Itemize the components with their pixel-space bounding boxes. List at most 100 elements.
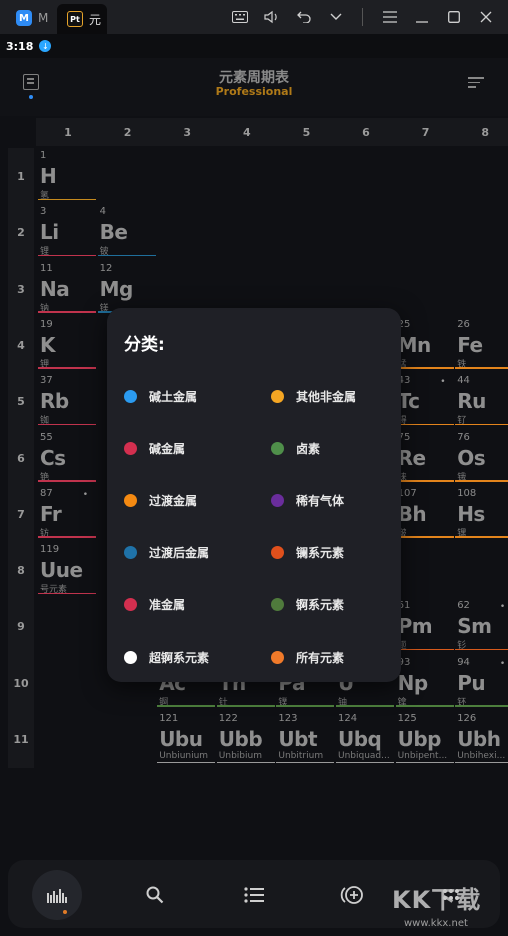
element-tile[interactable]: 44 Ru 钌 — [455, 375, 508, 429]
element-tile[interactable]: 43 Tc 锝 • — [395, 375, 454, 429]
element-symbol: Ubu — [159, 727, 203, 751]
keyboard-icon[interactable] — [230, 8, 250, 26]
element-tile[interactable]: 108 Hs 𬭶 — [455, 488, 508, 542]
nav-add-circle-icon[interactable] — [327, 870, 377, 920]
nav-list-icon[interactable] — [229, 870, 279, 920]
atomic-number: 108 — [457, 487, 477, 499]
element-tile[interactable]: 37 Rb 铷 — [38, 375, 96, 429]
category-bar — [157, 705, 216, 707]
element-tile[interactable]: 3 Li 锂 — [38, 206, 96, 260]
category-dialog: 分类: 碱土金属 其他非金属 碱金属 卤素 过渡金属 稀有气体 过渡后金属 镧系元素 准金属 锕系… — [107, 308, 401, 682]
element-tile[interactable]: 87 Fr 钫 • — [38, 488, 96, 542]
element-name: Unbitrium — [278, 751, 324, 761]
column-header: 1 2 3 4 5 6 7 8 — [36, 118, 508, 146]
atomic-number: 44 — [457, 375, 470, 387]
element-tile[interactable]: 123 Ubt Unbitrium — [276, 713, 335, 767]
element-tile[interactable]: 25 Mn 锰 — [395, 319, 454, 373]
element-tile[interactable]: 11 Na 钠 — [38, 263, 96, 317]
element-tile[interactable]: 121 Ubu Unbiunium — [157, 713, 216, 767]
chevron-down-icon[interactable] — [326, 8, 346, 26]
column-number: 6 — [362, 126, 370, 139]
category-bar — [455, 423, 508, 426]
category-item[interactable]: 准金属 — [124, 593, 185, 617]
element-symbol: Na — [40, 276, 70, 301]
element-tile[interactable]: 61 Pm 钷 — [395, 600, 454, 654]
category-item[interactable]: 其他非金属 — [271, 384, 356, 408]
category-item[interactable]: 锕系元素 — [271, 593, 344, 617]
row-number: 9 — [17, 620, 25, 634]
sort-icon[interactable] — [468, 77, 484, 89]
page-title: 元素周期表 — [219, 70, 289, 86]
category-item[interactable]: 镧系元素 — [271, 541, 344, 565]
element-symbol: Bh — [397, 501, 427, 526]
element-tile[interactable]: 107 Bh 𬭛 — [395, 488, 454, 542]
category-bar — [395, 480, 454, 482]
element-symbol: Be — [99, 220, 128, 245]
category-item[interactable]: 超锕系元素 — [124, 645, 209, 669]
element-tile[interactable]: 124 Ubq Unbiquad... — [336, 713, 394, 767]
category-item[interactable]: 碱金属 — [124, 436, 185, 460]
category-label: 超锕系元素 — [149, 650, 210, 665]
nav-search-icon[interactable] — [130, 870, 180, 920]
element-tile[interactable]: 76 Os 锇 — [455, 432, 508, 486]
window-tab-1[interactable]: M M — [6, 4, 56, 32]
category-color-dot — [124, 650, 137, 664]
radioactive-marker: • — [499, 602, 506, 613]
undo-icon[interactable] — [294, 8, 314, 26]
nav-table-icon[interactable] — [32, 870, 82, 920]
row-number: 11 — [13, 733, 29, 746]
minimize-icon[interactable] — [412, 8, 432, 26]
element-tile[interactable]: 94 Pu 钚 • — [455, 657, 508, 711]
atomic-number: 11 — [40, 262, 53, 274]
atomic-number: 76 — [457, 431, 470, 443]
category-item[interactable]: 过渡后金属 — [124, 541, 209, 565]
element-tile[interactable]: 122 Ubb Unbibium — [216, 713, 275, 767]
element-tile[interactable]: 19 K 钾 — [38, 319, 96, 373]
element-symbol: Li — [40, 220, 59, 245]
element-tile[interactable]: 119 Uue 号元素 — [38, 544, 96, 598]
category-item[interactable]: 碱土金属 — [124, 384, 197, 408]
element-symbol: Pm — [397, 614, 433, 639]
element-tile[interactable]: 55 Cs 铯 — [38, 432, 96, 486]
element-symbol: Cs — [40, 445, 66, 470]
element-symbol: Ubp — [397, 727, 442, 751]
category-color-dot — [124, 546, 137, 560]
category-bar — [276, 705, 335, 707]
category-label: 碱土金属 — [149, 389, 198, 404]
element-tile[interactable]: 75 Re 铼 — [395, 432, 454, 486]
window-tab-2[interactable]: Pt 元 — [57, 4, 107, 34]
category-item[interactable]: 卤素 — [271, 436, 320, 460]
element-tile[interactable]: 93 Np 镎 — [395, 657, 454, 711]
category-bar — [38, 367, 96, 369]
radioactive-marker: • — [82, 489, 88, 500]
category-bar — [157, 761, 216, 763]
tab-label: 元 — [89, 12, 102, 27]
volume-icon[interactable] — [262, 8, 282, 26]
category-bar — [455, 480, 508, 482]
atomic-number: 122 — [218, 713, 238, 724]
atomic-number: 1 — [40, 150, 47, 161]
category-bar — [455, 367, 508, 369]
category-item[interactable]: 所有元素 — [271, 645, 344, 669]
category-color-dot — [271, 493, 284, 507]
category-item[interactable]: 稀有气体 — [271, 488, 344, 512]
element-tile[interactable]: 126 Ubh Unbihexi... — [455, 713, 508, 767]
menu-icon[interactable] — [380, 8, 400, 26]
element-tile[interactable]: 4 Be 铍 — [97, 206, 156, 260]
category-color-dot — [124, 598, 137, 612]
element-tile[interactable]: 1H氢 — [38, 150, 96, 204]
column-number: 4 — [242, 126, 251, 139]
element-tile[interactable]: 26 Fe 铁 — [455, 319, 508, 373]
element-symbol: Ru — [457, 389, 486, 414]
element-tile[interactable]: 125 Ubp Unbipent... — [395, 713, 454, 767]
category-item[interactable]: 过渡金属 — [124, 488, 197, 512]
column-number: 1 — [64, 126, 72, 139]
close-icon[interactable] — [476, 8, 496, 26]
category-bar — [455, 648, 508, 651]
element-tile[interactable]: 62 Sm 钐 • — [455, 600, 508, 654]
category-bar — [336, 705, 394, 707]
element-symbol: Os — [457, 445, 486, 470]
category-bar — [336, 761, 394, 763]
category-color-dot — [124, 493, 137, 507]
maximize-icon[interactable] — [444, 8, 464, 26]
